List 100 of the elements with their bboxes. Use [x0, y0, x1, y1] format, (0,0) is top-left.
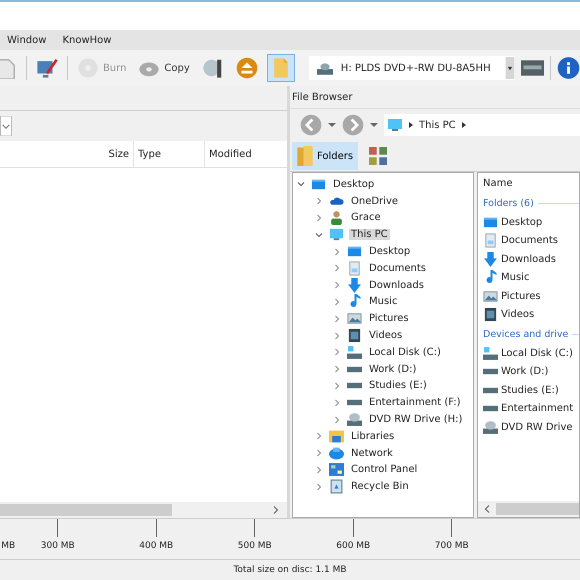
- menu-item[interactable]: Window: [7, 34, 46, 46]
- panel-title: File Browser: [291, 90, 354, 104]
- tree-item[interactable]: Desktop: [331, 178, 376, 190]
- expand-chevron-icon[interactable]: [333, 281, 341, 290]
- column-header[interactable]: Name: [478, 173, 579, 193]
- expand-chevron-icon[interactable]: [333, 264, 341, 272]
- collapse-chevron-icon[interactable]: [297, 180, 305, 188]
- ruler-label: 300 MB: [40, 541, 75, 551]
- scroll-left-icon[interactable]: [484, 505, 490, 513]
- tree-item[interactable]: DVD RW Drive (H:): [367, 414, 464, 426]
- ruler-label: 400 MB: [139, 541, 174, 551]
- expand-chevron-icon[interactable]: [315, 482, 323, 491]
- column-header[interactable]: Type: [133, 141, 204, 167]
- disc-copy-icon: [202, 57, 224, 79]
- scroll-right-icon[interactable]: [273, 506, 279, 514]
- expand-chevron-icon[interactable]: [315, 449, 323, 458]
- expand-chevron-icon[interactable]: [315, 214, 323, 222]
- breadcrumb-arrow-icon[interactable]: [409, 122, 413, 128]
- tree-item[interactable]: Control Panel: [349, 464, 420, 476]
- film-icon: [346, 328, 362, 344]
- document-icon: [346, 260, 362, 276]
- expand-chevron-icon[interactable]: [333, 398, 341, 407]
- ruler-label: MB: [1, 541, 16, 551]
- expand-chevron-icon[interactable]: [333, 314, 341, 323]
- group-header[interactable]: Devices and drive: [483, 328, 568, 340]
- expand-chevron-icon[interactable]: [333, 416, 341, 424]
- dropdown-arrow-icon[interactable]: [0, 116, 12, 136]
- caret-icon[interactable]: [370, 123, 378, 127]
- list-item[interactable]: Downloads: [501, 254, 556, 265]
- tree-item[interactable]: Network: [349, 448, 395, 459]
- list-item[interactable]: Videos: [501, 309, 534, 320]
- document-icon: [482, 233, 498, 248]
- collapse-chevron-icon[interactable]: [315, 230, 323, 239]
- list-item[interactable]: Entertainment: [501, 403, 574, 414]
- drive-icon: [316, 62, 333, 74]
- tree-item[interactable]: Studies (E:): [367, 380, 429, 392]
- ruler-label: 500 MB: [238, 541, 272, 551]
- list-item[interactable]: Documents: [501, 235, 558, 246]
- eject-icon: [236, 57, 258, 79]
- tree-item[interactable]: This PC: [349, 229, 390, 240]
- recycle-bin-icon: [328, 479, 344, 494]
- tree-item[interactable]: Grace: [349, 212, 383, 224]
- disk-icon: [482, 346, 498, 361]
- folder-icon: [328, 428, 344, 444]
- expand-chevron-icon[interactable]: [333, 348, 341, 356]
- caret-icon[interactable]: [328, 123, 336, 127]
- toolbar-button[interactable]: Copy: [135, 54, 193, 82]
- breadcrumb-arrow-icon[interactable]: [462, 122, 466, 128]
- tree-item[interactable]: OneDrive: [349, 196, 400, 207]
- optical-drive-icon: [346, 412, 362, 428]
- drive-dropdown[interactable]: H: PLDS DVD+-RW DU-8A5HH: [308, 56, 515, 80]
- back-icon[interactable]: [300, 114, 322, 136]
- list-item[interactable]: Work (D:): [501, 366, 548, 378]
- expand-chevron-icon[interactable]: [315, 197, 323, 206]
- expand-chevron-icon[interactable]: [333, 248, 341, 256]
- tree-item[interactable]: Libraries: [349, 430, 396, 442]
- info-icon[interactable]: [556, 56, 580, 80]
- column-header[interactable]: Modified: [204, 141, 287, 167]
- list-item[interactable]: DVD RW Drive: [501, 422, 573, 433]
- monitor-pen-icon: [36, 57, 58, 79]
- download-arrow-icon: [346, 278, 362, 293]
- optical-drive-icon: [482, 420, 498, 435]
- list-item[interactable]: Desktop: [501, 216, 542, 228]
- tree-item[interactable]: Downloads: [367, 280, 426, 291]
- list-item[interactable]: Local Disk (C:): [501, 348, 573, 359]
- expand-chevron-icon[interactable]: [333, 365, 341, 374]
- tree-item[interactable]: Entertainment (F:): [367, 397, 462, 408]
- tree-item[interactable]: Local Disk (C:): [367, 346, 443, 358]
- expand-chevron-icon[interactable]: [315, 466, 323, 474]
- expand-chevron-icon[interactable]: [333, 382, 341, 390]
- group-header[interactable]: Folders (6): [483, 198, 534, 208]
- horizontal-scrollbar[interactable]: [478, 501, 579, 517]
- tree-item[interactable]: Desktop: [367, 246, 412, 258]
- expand-chevron-icon[interactable]: [315, 432, 323, 440]
- forward-icon[interactable]: [342, 114, 364, 136]
- folders-tab[interactable]: Folders: [292, 142, 358, 170]
- tree-item[interactable]: Work (D:): [367, 364, 418, 375]
- column-header[interactable]: Size: [105, 141, 133, 167]
- drive-info-icon[interactable]: [520, 60, 544, 76]
- tree-item[interactable]: Music: [367, 296, 400, 308]
- tree-item[interactable]: Pictures: [367, 313, 411, 324]
- tree-item[interactable]: Documents: [367, 262, 428, 274]
- status-text: Total size on disc: 1.1 MB: [233, 565, 347, 575]
- list-item[interactable]: Music: [501, 272, 530, 284]
- ruler-label: 600 MB: [336, 541, 370, 551]
- person-icon: [328, 210, 344, 226]
- expand-chevron-icon[interactable]: [333, 332, 341, 340]
- ruler-label: 700 MB: [434, 541, 469, 551]
- tree-item[interactable]: Videos: [367, 330, 404, 342]
- tree-item[interactable]: Recycle Bin: [349, 481, 411, 492]
- list-item[interactable]: Studies (E:): [501, 384, 559, 396]
- download-arrow-icon: [482, 252, 498, 267]
- menu-item[interactable]: KnowHow: [62, 34, 112, 46]
- picture-icon: [482, 288, 498, 304]
- address-bar[interactable]: This PC: [384, 114, 580, 136]
- grid-icon: [369, 147, 388, 165]
- film-icon: [482, 307, 498, 322]
- expand-chevron-icon[interactable]: [333, 298, 341, 306]
- network-icon: [328, 446, 344, 461]
- list-item[interactable]: Pictures: [501, 290, 541, 302]
